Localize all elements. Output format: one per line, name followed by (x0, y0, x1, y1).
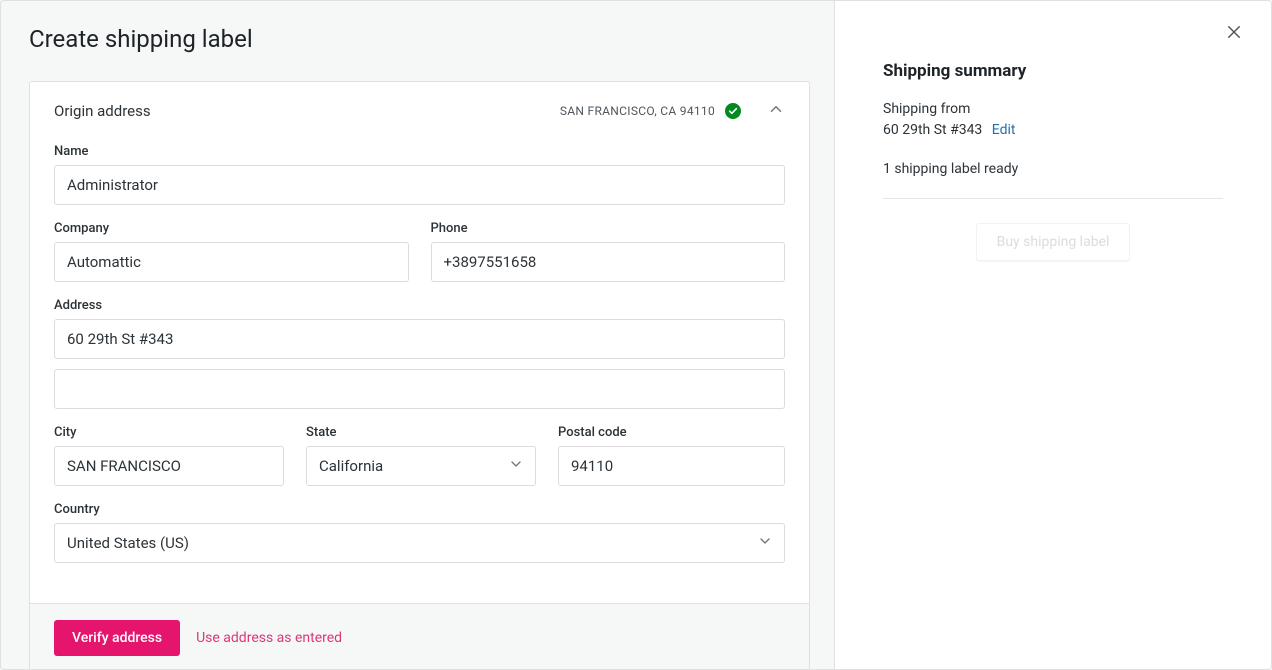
postal-field[interactable] (558, 446, 785, 486)
buy-shipping-label-button[interactable]: Buy shipping label (976, 223, 1131, 261)
phone-label: Phone (431, 221, 786, 236)
state-label: State (306, 425, 536, 440)
state-select[interactable] (306, 446, 536, 486)
origin-card-footer: Verify address Use address as entered (30, 603, 809, 670)
postal-label: Postal code (558, 425, 785, 440)
close-button[interactable] (1221, 19, 1247, 48)
origin-address-card: Origin address SAN FRANCISCO, CA 94110 N… (29, 81, 810, 670)
verify-address-button[interactable]: Verify address (54, 620, 180, 656)
address-label: Address (54, 298, 785, 313)
chevron-up-icon[interactable] (767, 100, 785, 122)
shipping-from-label: Shipping from (883, 99, 1223, 120)
city-label: City (54, 425, 284, 440)
origin-form-body: Name Company Phone Ad (30, 134, 809, 603)
country-select[interactable] (54, 523, 785, 563)
address-line2-field[interactable] (54, 369, 785, 409)
name-label: Name (54, 144, 785, 159)
shipping-from-address: 60 29th St #343 (883, 122, 982, 138)
check-circle-icon (725, 103, 741, 119)
edit-shipping-from-link[interactable]: Edit (992, 122, 1016, 138)
company-label: Company (54, 221, 409, 236)
summary-title: Shipping summary (883, 61, 1223, 81)
origin-card-header: Origin address SAN FRANCISCO, CA 94110 (30, 82, 809, 134)
create-shipping-label-panel: Create shipping label Origin address SAN… (0, 0, 1272, 670)
shipping-status-text: 1 shipping label ready (883, 161, 1018, 177)
phone-field[interactable] (431, 242, 786, 282)
page-title: Create shipping label (29, 25, 810, 53)
main-column: Create shipping label Origin address SAN… (1, 1, 834, 669)
city-field[interactable] (54, 446, 284, 486)
country-label: Country (54, 502, 785, 517)
company-field[interactable] (54, 242, 409, 282)
address-line1-field[interactable] (54, 319, 785, 359)
origin-summary-text: SAN FRANCISCO, CA 94110 (560, 104, 715, 118)
origin-section-title: Origin address (54, 102, 560, 120)
use-address-as-entered-button[interactable]: Use address as entered (196, 630, 342, 646)
close-icon (1225, 29, 1243, 44)
summary-column: Shipping summary Shipping from 60 29th S… (834, 1, 1271, 669)
shipping-from-block: Shipping from 60 29th St #343 Edit (883, 99, 1223, 141)
shipping-status-block: 1 shipping label ready (883, 159, 1223, 180)
summary-divider (883, 198, 1223, 199)
name-field[interactable] (54, 165, 785, 205)
